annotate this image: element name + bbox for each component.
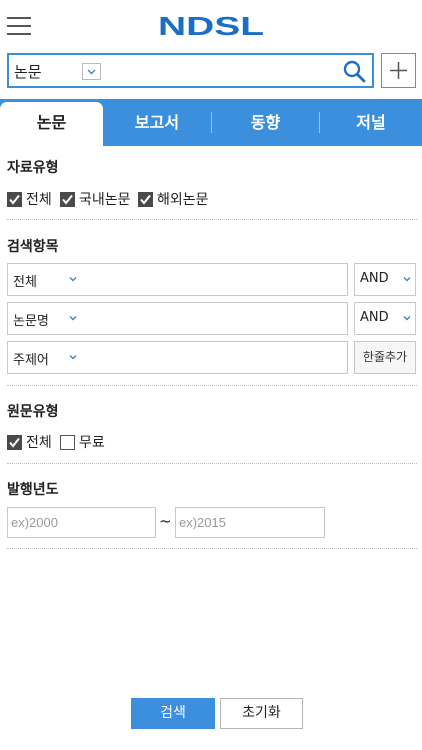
year-to-input[interactable] [175,507,325,538]
chevron-down-icon [69,316,77,321]
year-range-separator: ~ [159,512,172,530]
category-tabs: 논문 보고서 동향 저널 [0,99,422,146]
material-type-title: 자료유형 [7,160,59,176]
search-fields-title: 검색항목 [7,239,59,255]
checkbox-checked-icon [7,191,22,207]
checkbox-label: 전체 [26,435,52,451]
year-from-input[interactable] [7,507,156,538]
tab-trend[interactable]: 동향 [212,99,319,146]
chevron-down-icon [403,277,411,282]
checkbox-label: 국내논문 [79,192,131,208]
checkbox-label: 해외논문 [157,192,209,208]
ndsl-logo[interactable]: NDSL [158,14,266,38]
field-select-1[interactable]: 전체 [7,263,348,296]
section-divider [7,548,417,549]
search-box: 논문 [7,53,374,88]
header: NDSL [0,0,422,50]
section-divider [7,385,417,386]
checkbox-unchecked-icon [60,434,75,450]
field-select-value: 논문명 [13,314,49,329]
checkbox-label: 전체 [26,192,52,208]
tab-paper[interactable]: 논문 [0,102,103,146]
page: NDSL 논문 논문 보고서 동향 저널 자료유형 전체 국내논문 해외논문 검… [0,0,422,750]
checkbox-checked-icon [60,191,75,207]
chevron-down-icon [69,277,77,282]
chevron-down-icon [403,316,411,321]
source-type-title: 원문유형 [7,404,59,420]
checkbox-checked-icon [138,191,153,207]
field-select-value: 전체 [13,275,37,290]
search-input[interactable] [109,59,334,83]
operator-value: AND [360,271,389,286]
reset-button[interactable]: 초기화 [220,698,303,729]
search-type-dropdown[interactable] [82,63,101,80]
search-type-value[interactable]: 논문 [14,61,42,82]
material-domestic-checkbox[interactable]: 국내논문 [60,189,131,209]
checkbox-checked-icon [7,434,22,450]
add-search-button[interactable] [381,53,416,88]
svg-text:NDSL: NDSL [158,14,264,38]
section-divider [7,219,417,220]
material-foreign-checkbox[interactable]: 해외논문 [138,189,209,209]
field-select-3[interactable]: 주제어 [7,341,348,374]
search-icon[interactable] [342,59,366,83]
chevron-down-icon [69,355,77,360]
operator-select-2[interactable]: AND [354,302,416,335]
tab-journal[interactable]: 저널 [320,99,422,146]
operator-value: AND [360,310,389,325]
field-select-value: 주제어 [13,353,49,368]
hamburger-icon[interactable] [7,17,31,35]
operator-select-1[interactable]: AND [354,263,416,296]
pub-year-title: 발행년도 [7,482,59,498]
plus-icon [390,62,407,79]
chevron-down-icon [87,69,96,75]
checkbox-label: 무료 [79,435,105,451]
search-button[interactable]: 검색 [131,698,215,729]
section-divider [7,463,417,464]
tab-report[interactable]: 보고서 [103,99,211,146]
add-line-button[interactable]: 한줄추가 [354,341,416,374]
field-select-2[interactable]: 논문명 [7,302,348,335]
source-free-checkbox[interactable]: 무료 [60,432,105,452]
source-all-checkbox[interactable]: 전체 [7,432,52,452]
material-all-checkbox[interactable]: 전체 [7,189,52,209]
